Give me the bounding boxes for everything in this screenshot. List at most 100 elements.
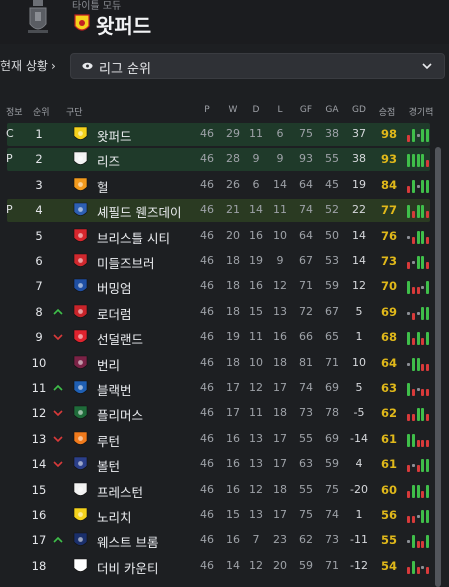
form-bars[interactable] xyxy=(407,431,431,447)
form-bars[interactable] xyxy=(407,278,431,295)
form-bars[interactable] xyxy=(407,126,431,142)
team-name-link[interactable]: 프레스턴 xyxy=(97,482,143,501)
table-row[interactable]: 11 블랙번 46 17 12 17 74 69 5 63 xyxy=(0,376,449,401)
form-bars[interactable] xyxy=(407,177,431,193)
form-bars[interactable] xyxy=(407,202,431,219)
team-name-link[interactable]: 셰필드 웬즈데이 xyxy=(97,202,181,221)
form-result-bar xyxy=(421,179,425,193)
table-row[interactable]: 6 미들즈브러 46 18 19 9 67 53 14 73 xyxy=(0,249,449,274)
team-name-link[interactable]: 볼턴 xyxy=(97,456,120,475)
table-row[interactable]: C 1 왓퍼드 46 29 11 6 75 38 37 98 xyxy=(0,122,449,147)
stat-goals-against: 75 xyxy=(325,482,339,496)
table-row[interactable]: 7 버밍엄 46 18 16 12 71 59 12 70 xyxy=(0,274,449,299)
stat-drawn: 12 xyxy=(249,558,263,572)
form-bars[interactable] xyxy=(407,304,431,320)
table-row[interactable]: P 2 리즈 46 28 9 9 93 55 38 93 xyxy=(0,147,449,172)
table-row[interactable]: 14 볼턴 46 16 13 17 63 59 4 61 xyxy=(0,452,449,477)
scrollbar-thumb[interactable] xyxy=(435,147,441,587)
form-bars[interactable] xyxy=(407,355,431,371)
form-bars[interactable] xyxy=(407,532,431,549)
badge-bolton-icon xyxy=(73,456,88,470)
form-bars[interactable] xyxy=(407,482,431,498)
col-form[interactable]: 경기력 xyxy=(408,105,434,118)
table-row[interactable]: 3 헐 46 26 6 14 64 45 19 84 xyxy=(0,173,449,198)
team-name-link[interactable]: 노리치 xyxy=(97,507,132,526)
stat-goals-for: 81 xyxy=(299,355,313,369)
table-row[interactable]: 12 플리머스 46 17 11 18 73 78 -5 62 xyxy=(0,401,449,426)
form-bars[interactable] xyxy=(407,507,431,523)
table-view-dropdown[interactable]: 리그 순위 xyxy=(70,53,445,79)
col-goals-for[interactable]: GF xyxy=(293,105,319,115)
form-bars[interactable] xyxy=(407,228,431,244)
team-name-link[interactable]: 왓퍼드 xyxy=(97,126,132,145)
points-value: 68 xyxy=(380,330,397,345)
team-name-link[interactable]: 더비 카운티 xyxy=(97,558,158,577)
stat-played: 46 xyxy=(200,406,214,420)
stat-goals-for: 64 xyxy=(299,177,313,191)
table-row[interactable]: 5 브리스틀 시티 46 20 16 10 64 50 14 76 xyxy=(0,224,449,249)
stat-goal-diff: 12 xyxy=(352,279,366,293)
team-name-link[interactable]: 블랙번 xyxy=(97,380,132,399)
form-bars[interactable] xyxy=(407,151,431,168)
stat-goal-diff: -5 xyxy=(353,406,365,420)
form-bars[interactable] xyxy=(407,329,431,346)
position-number: 13 xyxy=(31,431,47,446)
col-lost[interactable]: L xyxy=(267,105,293,115)
position-number: 16 xyxy=(31,508,47,522)
team-name-link[interactable]: 미들즈브러 xyxy=(97,253,155,272)
scrollbar[interactable] xyxy=(435,122,441,587)
form-result-bar xyxy=(411,129,415,142)
points-value: 55 xyxy=(380,533,397,548)
team-name-link[interactable]: 브리스틀 시티 xyxy=(97,228,170,247)
form-bars[interactable] xyxy=(407,253,431,269)
stat-lost: 10 xyxy=(273,228,287,242)
form-result-bar xyxy=(407,235,410,239)
form-result-bar xyxy=(421,256,425,269)
team-name-link[interactable]: 번리 xyxy=(97,355,120,374)
team-name-link[interactable]: 리즈 xyxy=(97,151,120,170)
form-result-bar xyxy=(411,560,415,574)
table-row[interactable]: 13 루턴 46 16 13 17 55 69 -14 61 xyxy=(0,427,449,452)
form-result-bar xyxy=(426,459,430,473)
form-bars[interactable] xyxy=(407,405,431,422)
view-selector-label[interactable]: 현재 상황 › xyxy=(0,57,56,74)
col-goals-against[interactable]: GA xyxy=(319,105,345,115)
table-row[interactable]: 15 프레스턴 46 16 12 18 55 75 -20 60 xyxy=(0,478,449,503)
table-row[interactable]: 17 웨스트 브롬 46 16 7 23 62 73 -11 55 xyxy=(0,528,449,553)
stat-played: 46 xyxy=(200,304,214,318)
stat-lost: 9 xyxy=(276,152,284,166)
stat-goals-for: 74 xyxy=(299,203,313,217)
dropdown-selected-value: 리그 순위 xyxy=(99,62,151,77)
form-result-bar xyxy=(407,311,410,315)
team-name-link[interactable]: 루턴 xyxy=(97,431,120,450)
col-info[interactable]: 정보 xyxy=(6,105,23,118)
team-name-link[interactable]: 헐 xyxy=(97,177,109,196)
table-row[interactable]: P 4 셰필드 웬즈데이 46 21 14 11 74 52 22 77 xyxy=(0,198,449,223)
form-bars[interactable] xyxy=(407,380,431,396)
stat-goals-against: 53 xyxy=(325,254,339,267)
table-row[interactable]: 18 더비 카운티 46 14 12 20 59 71 -12 54 xyxy=(0,554,449,579)
col-team[interactable]: 구단 xyxy=(66,105,83,118)
table-row[interactable]: 8 로더럼 46 18 15 13 72 67 5 69 xyxy=(0,300,449,325)
table-row[interactable]: 16 노리치 46 15 13 17 75 74 1 56 xyxy=(0,503,449,528)
col-played[interactable]: P xyxy=(194,105,220,115)
team-name-link[interactable]: 버밍엄 xyxy=(97,278,132,297)
table-row[interactable]: 10 번리 46 18 10 18 81 71 10 64 xyxy=(0,351,449,376)
badge-burnley-icon xyxy=(73,355,88,369)
team-name-link[interactable]: 로더럼 xyxy=(97,304,132,323)
stat-goal-diff: 1 xyxy=(355,330,363,344)
table-row[interactable]: 9 선덜랜드 46 19 11 16 66 65 1 68 xyxy=(0,325,449,350)
badge-blackburn-icon xyxy=(73,380,88,394)
stat-drawn: 11 xyxy=(249,330,263,344)
form-bars[interactable] xyxy=(407,456,431,473)
col-goal-diff[interactable]: GD xyxy=(346,105,372,115)
col-drawn[interactable]: D xyxy=(243,105,269,115)
form-bars[interactable] xyxy=(407,558,431,574)
team-name-link[interactable]: 플리머스 xyxy=(97,405,143,424)
col-position[interactable]: 순위 xyxy=(33,105,50,118)
stat-played: 46 xyxy=(200,355,214,369)
col-points[interactable]: 승점 xyxy=(374,105,400,118)
team-name-link[interactable]: 웨스트 브롬 xyxy=(97,532,158,551)
form-result-bar xyxy=(421,459,425,473)
team-name-link[interactable]: 선덜랜드 xyxy=(97,329,143,348)
